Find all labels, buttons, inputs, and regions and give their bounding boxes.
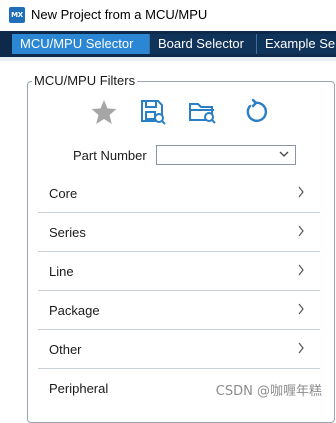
tab-bar: MCU/MPU Selector Board Selector Example …	[0, 31, 336, 57]
category-row-other[interactable]: Other	[38, 330, 320, 369]
category-row-package[interactable]: Package	[38, 291, 320, 330]
window-title: New Project from a MCU/MPU	[31, 7, 208, 22]
category-label: Package	[49, 303, 100, 318]
tab-example-selector[interactable]: Example Se	[256, 34, 336, 54]
title-bar: MX New Project from a MCU/MPU	[0, 0, 336, 31]
chevron-down-icon	[279, 151, 289, 157]
tab-bar-edge	[0, 31, 12, 57]
star-icon[interactable]	[89, 97, 119, 127]
reset-icon[interactable]	[240, 97, 270, 127]
chevron-right-icon	[298, 186, 304, 198]
part-number-label: Part Number	[73, 148, 147, 163]
app-logo-icon: MX	[9, 7, 25, 23]
chevron-right-icon	[298, 225, 304, 237]
category-label: Series	[49, 225, 86, 240]
category-row-line[interactable]: Line	[38, 252, 320, 291]
category-row-core[interactable]: Core	[38, 174, 320, 213]
chevron-right-icon	[298, 264, 304, 276]
part-number-dropdown[interactable]	[156, 145, 296, 165]
filters-panel: MCU/MPU Filters Part Number Core Series …	[0, 57, 336, 423]
chevron-right-icon	[298, 303, 304, 315]
chevron-right-icon	[298, 342, 304, 354]
category-row-series[interactable]: Series	[38, 213, 320, 252]
category-label: Line	[49, 264, 74, 279]
category-label: Core	[49, 186, 78, 201]
open-folder-search-icon[interactable]	[188, 97, 218, 127]
save-search-icon[interactable]	[138, 97, 168, 127]
filters-title: MCU/MPU Filters	[32, 73, 138, 88]
category-label: Other	[49, 342, 82, 357]
watermark: CSDN @咖喱年糕	[215, 384, 322, 399]
category-label: Peripheral	[49, 381, 109, 396]
tab-board-selector[interactable]: Board Selector	[149, 34, 269, 54]
tab-mcu-mpu-selector[interactable]: MCU/MPU Selector	[12, 34, 162, 54]
